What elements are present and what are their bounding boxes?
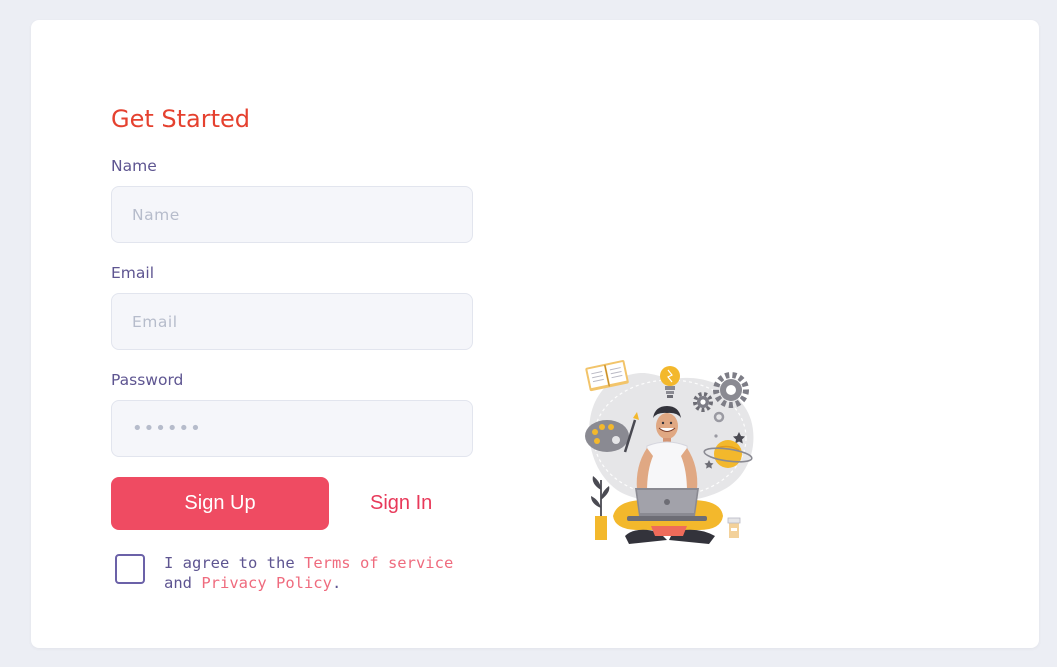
email-input[interactable]	[111, 293, 473, 350]
terms-agreement: I agree to the Terms of service and Priv…	[111, 554, 473, 594]
name-input[interactable]	[111, 186, 473, 243]
sign-in-link[interactable]: Sign In	[370, 491, 432, 515]
agree-middle: and	[164, 573, 202, 592]
password-input[interactable]	[111, 400, 473, 457]
agree-prefix: I agree to the	[164, 554, 304, 572]
name-label: Name	[111, 157, 157, 175]
form-actions: Sign Up Sign In	[111, 477, 473, 530]
signup-form: Get Started Name Email Password Sign Up …	[111, 104, 473, 594]
agree-text: I agree to the Terms of service and Priv…	[164, 554, 464, 593]
agree-suffix: .	[331, 573, 342, 592]
sign-up-button[interactable]: Sign Up	[111, 477, 329, 530]
password-label: Password	[111, 371, 184, 389]
person-with-laptop-creative-icon	[585, 360, 754, 544]
email-label: Email	[111, 264, 155, 282]
page-title: Get Started	[111, 105, 251, 133]
agree-checkbox[interactable]	[115, 554, 145, 584]
privacy-policy-link[interactable]: Privacy Policy	[201, 574, 332, 592]
signup-card: Get Started Name Email Password Sign Up …	[31, 20, 1039, 648]
terms-of-service-link[interactable]: Terms of service	[304, 554, 453, 572]
